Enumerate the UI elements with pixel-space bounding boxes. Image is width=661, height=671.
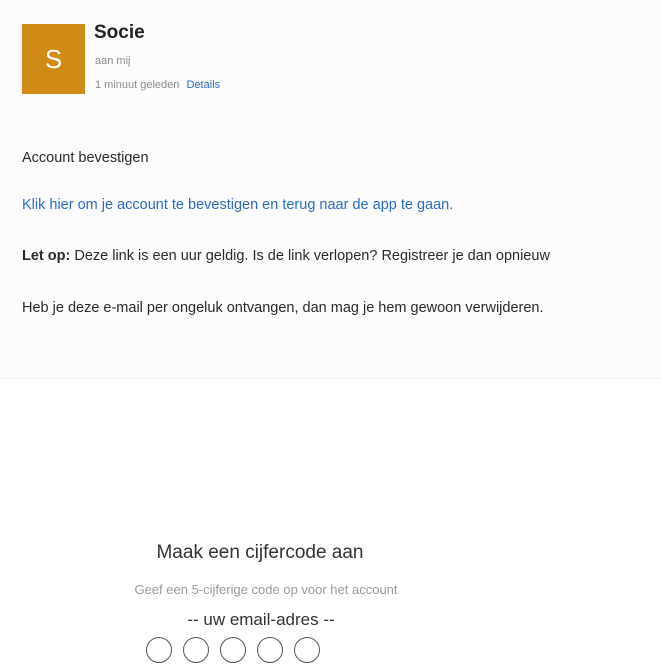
account-email-label: -- uw email-adres -- — [187, 610, 335, 629]
ignore-notice: Heb je deze e-mail per ongeluk ontvangen… — [22, 300, 544, 316]
confirm-account-link[interactable]: Klik hier om je account te bevestigen en… — [22, 197, 453, 213]
email-message-card: S Socie aan mij 1 minuut geleden Details… — [0, 0, 661, 379]
pin-digit-dot[interactable] — [294, 637, 320, 663]
pin-digit-dot[interactable] — [146, 637, 172, 663]
pin-instruction: Geef een 5-cijferige code op voor het ac… — [134, 582, 398, 597]
details-link[interactable]: Details — [186, 79, 220, 91]
pin-digit-dot[interactable] — [183, 637, 209, 663]
validity-note: Let op: Deze link is een uur geldig. Is … — [22, 248, 658, 264]
pin-digit-dot[interactable] — [257, 637, 283, 663]
pin-title: Maak een cijfercode aan — [156, 542, 364, 563]
create-pin-panel: Maak een cijfercode aan Geef een 5-cijfe… — [0, 530, 661, 671]
note-label: Let op: — [22, 248, 71, 264]
sender-avatar: S — [22, 24, 85, 94]
timestamp: 1 minuut geleden — [95, 79, 180, 91]
sender-name: Socie — [94, 22, 145, 43]
pin-digit-dot[interactable] — [220, 637, 246, 663]
note-text: Deze link is een uur geldig. Is de link … — [70, 248, 550, 264]
recipient-label: aan mij — [95, 55, 131, 67]
avatar-letter: S — [44, 43, 63, 74]
email-heading: Account bevestigen — [22, 150, 149, 166]
email-meta: 1 minuut geleden Details — [95, 79, 220, 91]
pin-entry-dots[interactable] — [146, 637, 320, 663]
